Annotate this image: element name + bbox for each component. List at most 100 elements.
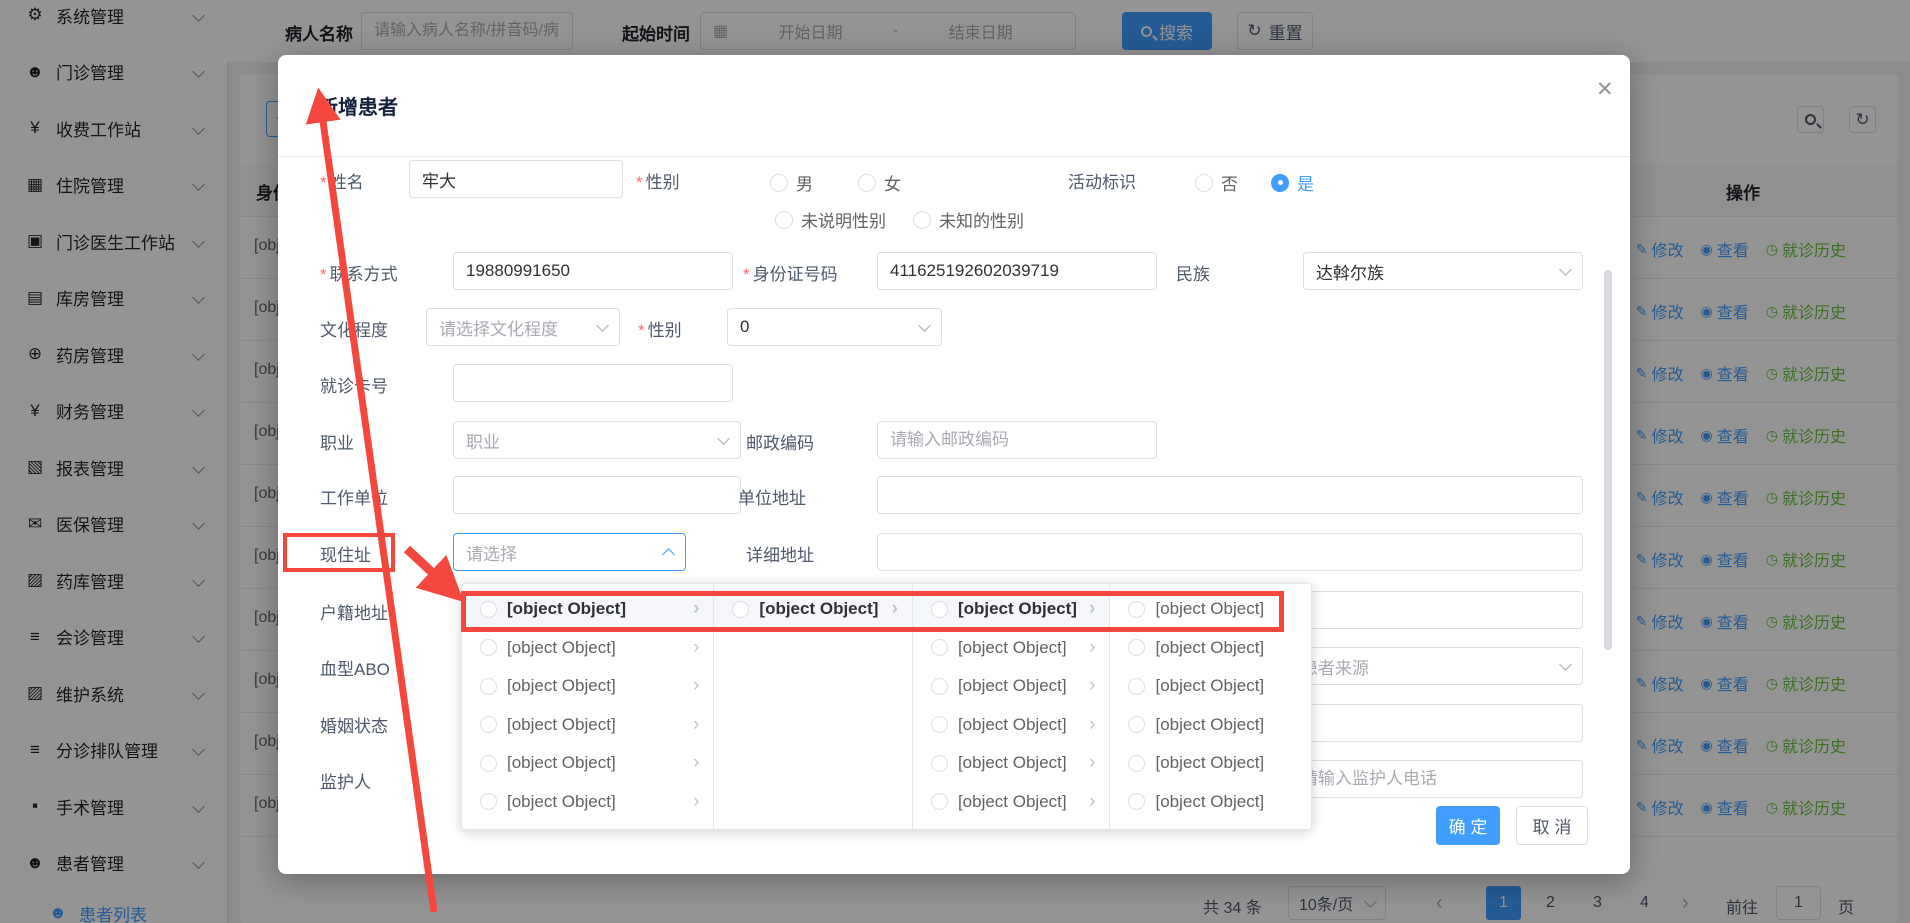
gender-code-label: *性别	[638, 316, 682, 341]
patient-source-select[interactable]: 患者来源	[1288, 647, 1583, 685]
radio-icon	[480, 639, 497, 656]
radio-icon	[1128, 601, 1145, 618]
chevron-right-icon: ›	[693, 752, 699, 774]
active-radio-yes[interactable]: 是	[1271, 170, 1314, 195]
radio-icon	[480, 601, 497, 618]
cascader-option-province[interactable]: [object Object] ›	[462, 590, 713, 629]
radio-icon	[732, 601, 749, 618]
chevron-right-icon: ›	[1089, 791, 1095, 813]
name-input[interactable]	[409, 160, 623, 198]
contact-input[interactable]	[453, 252, 733, 290]
chevron-down-icon	[1559, 263, 1572, 276]
app-root: ⚙ 系统管理 ☻ 门诊管理 ¥ 收费工作站 ▦ 住院管理 ▣	[0, 0, 1910, 923]
radio-icon	[480, 755, 497, 772]
chevron-right-icon: ›	[1089, 598, 1095, 620]
radio-icon	[1195, 174, 1213, 192]
education-label: 文化程度	[320, 316, 388, 341]
employer-label: 工作单位	[320, 484, 388, 509]
cascader-option-district[interactable]: [object Object] ›	[913, 744, 1110, 783]
cascader-option-district[interactable]: [object Object] ›	[913, 590, 1110, 629]
radio-icon	[1128, 639, 1145, 656]
modal-title: 新增患者	[318, 91, 398, 120]
cascader-option-street[interactable]: [object Object]	[1110, 744, 1311, 783]
cascader-option-street[interactable]: [object Object]	[1110, 706, 1311, 745]
radio-checked-icon	[1271, 174, 1289, 192]
radio-icon	[858, 174, 876, 192]
visit-card-input[interactable]	[453, 364, 733, 402]
detail-address-input[interactable]	[877, 533, 1583, 571]
chevron-down-icon	[1559, 658, 1572, 671]
cascader-option-district[interactable]: [object Object] ›	[913, 706, 1110, 745]
employer-address-input[interactable]	[877, 476, 1583, 514]
radio-icon	[1128, 716, 1145, 733]
registered-address-label: 户籍地址	[320, 599, 388, 624]
ethnicity-select[interactable]: 达斡尔族	[1303, 252, 1583, 290]
chevron-right-icon: ›	[693, 714, 699, 736]
education-select[interactable]: 请选择文化程度	[426, 308, 620, 346]
chevron-down-icon	[918, 319, 931, 332]
gender-radio-female[interactable]: 女	[858, 170, 901, 195]
radio-icon	[931, 716, 948, 733]
chevron-right-icon: ›	[1089, 637, 1095, 659]
cascader-district-column: [object Object] › [object Object] › [obj…	[913, 584, 1111, 829]
id-number-input[interactable]	[877, 252, 1157, 290]
gender-code-select[interactable]: 0	[727, 308, 942, 346]
confirm-button[interactable]: 确 定	[1436, 806, 1500, 845]
marital-status-input[interactable]	[1288, 704, 1583, 742]
close-icon[interactable]: ✕	[1596, 77, 1614, 102]
guardian-label: 监护人	[320, 768, 371, 793]
cascader-option-province[interactable]: [object Object] ›	[462, 629, 713, 668]
employer-input[interactable]	[453, 476, 741, 514]
guardian-phone-input[interactable]	[1288, 760, 1583, 798]
postal-code-label: 邮政编码	[746, 429, 814, 454]
modal-scrollbar[interactable]	[1604, 270, 1612, 650]
current-address-label: 现住址	[320, 541, 371, 566]
chevron-up-icon	[662, 548, 675, 561]
cascader-province-column: [object Object] › [object Object] › [obj…	[462, 584, 714, 829]
radio-icon	[480, 716, 497, 733]
marital-status-label: 婚姻状态	[320, 712, 388, 737]
radio-icon	[931, 793, 948, 810]
cascader-option-province[interactable]: [object Object] ›	[462, 783, 713, 822]
employer-address-label: 单位地址	[738, 484, 806, 509]
cascader-option-province[interactable]: [object Object] ›	[462, 667, 713, 706]
radio-icon	[931, 678, 948, 695]
occupation-label: 职业	[320, 429, 354, 454]
chevron-right-icon: ›	[693, 637, 699, 659]
radio-icon	[913, 211, 931, 229]
cascader-option-district[interactable]: [object Object] ›	[913, 629, 1110, 668]
cascader-option-province[interactable]: [object Object] ›	[462, 744, 713, 783]
chevron-right-icon: ›	[693, 791, 699, 813]
name-label: *姓名	[320, 168, 364, 193]
address-cascader-dropdown: [object Object] › [object Object] › [obj…	[461, 583, 1312, 830]
active-flag-label: 活动标识	[1068, 168, 1136, 193]
cascader-option-street[interactable]: [object Object]	[1110, 590, 1311, 629]
cascader-city-column: [object Object] › ›	[714, 584, 913, 829]
radio-icon	[480, 678, 497, 695]
gender-radio-male[interactable]: 男	[770, 170, 813, 195]
chevron-right-icon: ›	[693, 598, 699, 620]
radio-icon	[770, 174, 788, 192]
cascader-option-street[interactable]: [object Object]	[1110, 783, 1311, 822]
cascader-option-district[interactable]: [object Object] ›	[913, 783, 1110, 822]
gender-radio-unstated[interactable]: 未说明性别	[775, 207, 886, 232]
current-address-cascader[interactable]: 请选择	[453, 533, 686, 571]
modal-header-divider	[278, 156, 1630, 157]
radio-icon	[480, 793, 497, 810]
gender-label: *性别	[636, 168, 680, 193]
cancel-button[interactable]: 取 消	[1516, 806, 1588, 845]
occupation-select[interactable]: 职业	[453, 421, 741, 459]
radio-icon	[1128, 793, 1145, 810]
cascader-option-street[interactable]: [object Object]	[1110, 629, 1311, 668]
chevron-right-icon: ›	[1089, 752, 1095, 774]
postal-code-input[interactable]	[877, 421, 1157, 459]
gender-radio-unknown[interactable]: 未知的性别	[913, 207, 1024, 232]
cascader-option-district[interactable]: [object Object] ›	[913, 667, 1110, 706]
cascader-option-province[interactable]: [object Object] ›	[462, 706, 713, 745]
cascader-option-city[interactable]: [object Object] ›	[714, 590, 912, 629]
radio-icon	[1128, 755, 1145, 772]
active-radio-no[interactable]: 否	[1195, 170, 1238, 195]
ethnicity-label: 民族	[1176, 260, 1210, 285]
radio-icon	[931, 601, 948, 618]
cascader-option-street[interactable]: [object Object]	[1110, 667, 1311, 706]
